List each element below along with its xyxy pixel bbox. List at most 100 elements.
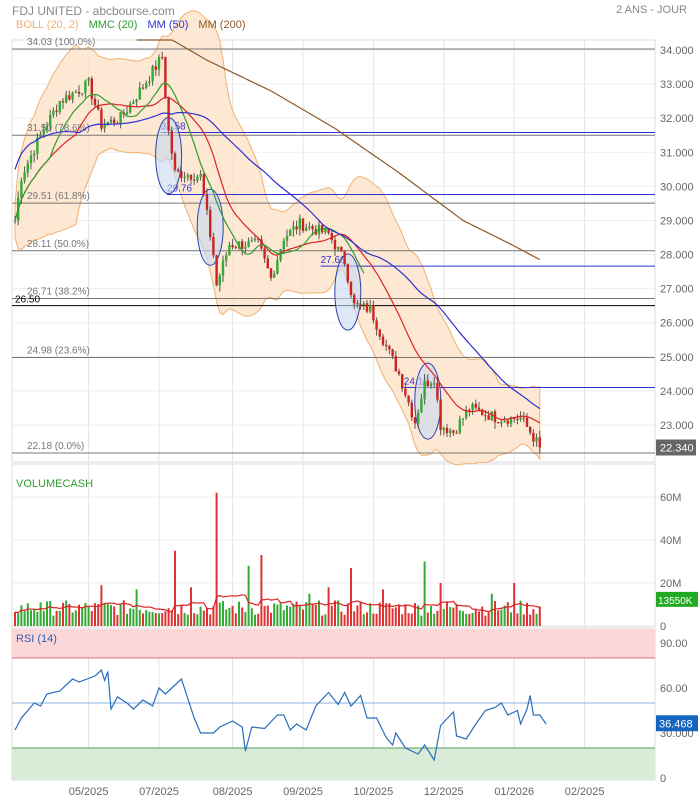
- x-tick-label: 10/2025: [354, 786, 394, 798]
- candle: [113, 119, 116, 124]
- candle: [273, 273, 276, 278]
- volume-bar: [209, 614, 212, 626]
- x-tick-label: 02/2025: [565, 786, 605, 798]
- volume-bar: [250, 608, 253, 626]
- volume-bar: [388, 603, 391, 626]
- volume-bar: [410, 613, 413, 626]
- candle: [119, 112, 122, 124]
- volume-bar: [241, 607, 244, 626]
- candle: [436, 383, 439, 400]
- volume-bar: [286, 605, 288, 626]
- x-tick-label: 01/2026: [494, 786, 534, 798]
- candle: [433, 383, 436, 385]
- volume-bar: [196, 614, 199, 626]
- chart-canvas[interactable]: 05/2025 07/2025 08/2025 09/2025 10/2025 12/20…: [0, 0, 699, 800]
- candle: [84, 80, 87, 94]
- candle: [61, 101, 65, 103]
- volume-bar: [119, 603, 122, 626]
- candle: [385, 344, 388, 347]
- candle: [23, 172, 26, 181]
- volume-bar: [113, 606, 116, 626]
- candle: [125, 112, 129, 115]
- volume-bar: [33, 609, 36, 626]
- candle: [81, 93, 84, 95]
- candle: [151, 66, 154, 82]
- volume-bar: [334, 600, 336, 626]
- volume-bar: [289, 606, 292, 626]
- volume-bar: [65, 600, 68, 626]
- candle: [209, 209, 212, 238]
- fibonacci-label: 34.03 (100.0%): [27, 37, 95, 48]
- volume-bar: [391, 608, 394, 626]
- volume-bar: [327, 587, 330, 626]
- y-tick-label: 33.000: [660, 79, 694, 91]
- volume-bar: [266, 605, 269, 626]
- candle: [369, 305, 372, 312]
- candle: [381, 336, 385, 345]
- candle: [394, 356, 397, 372]
- candle: [186, 175, 189, 178]
- volume-bar: [366, 612, 368, 626]
- volume-bar: [462, 611, 464, 626]
- volume-bar: [81, 607, 84, 626]
- volume-bar: [455, 603, 458, 626]
- candle: [161, 57, 164, 59]
- volume-bar: [526, 602, 528, 626]
- candle: [506, 420, 509, 424]
- volume-bar: [497, 610, 500, 626]
- volume-bar: [353, 611, 356, 626]
- candle: [458, 419, 461, 433]
- y-tick-label: 26.000: [660, 318, 694, 330]
- candle: [145, 82, 148, 88]
- candle: [410, 402, 413, 418]
- volume-bar: [314, 604, 317, 626]
- volume-bar: [186, 614, 189, 626]
- candle: [449, 430, 452, 434]
- volume-bar: [458, 610, 461, 626]
- support-label: 26.50: [15, 295, 40, 306]
- volume-bar: [522, 614, 525, 626]
- volume-bar: [199, 606, 202, 626]
- candle: [455, 432, 458, 434]
- candle: [173, 153, 177, 170]
- volume-bar: [174, 550, 176, 626]
- candle: [65, 95, 68, 103]
- volume-bar: [225, 609, 228, 626]
- volume-bar: [500, 609, 503, 626]
- y-tick-label: 25.000: [660, 352, 694, 364]
- volume-bar: [142, 613, 144, 626]
- volume-bar: [311, 604, 314, 626]
- volume-bar: [260, 555, 263, 626]
- candle: [289, 229, 292, 237]
- candle: [362, 303, 365, 306]
- y-tick-label: 24.000: [660, 386, 694, 398]
- x-tick-label: 05/2025: [69, 786, 109, 798]
- volume-bar: [138, 609, 141, 626]
- legend-item: MM (50): [147, 19, 189, 31]
- candle: [439, 399, 442, 430]
- volume-bar: [20, 605, 23, 626]
- candle: [129, 103, 132, 113]
- candle: [132, 102, 135, 104]
- y-tick-label: 0: [660, 621, 666, 633]
- candle: [535, 437, 538, 442]
- candle: [103, 124, 106, 129]
- volume-bar: [369, 603, 372, 626]
- volume-bar: [308, 593, 311, 626]
- volume-bar: [126, 613, 128, 626]
- volume-bar: [228, 607, 231, 626]
- volume-bar: [404, 604, 407, 626]
- candle: [391, 349, 394, 357]
- candle: [417, 412, 420, 424]
- volume-bar: [446, 601, 448, 626]
- y-tick-label: 60M: [660, 492, 681, 504]
- volume-bar: [170, 610, 173, 626]
- volume-bar: [49, 600, 52, 626]
- y-tick-label: 60.00: [660, 683, 688, 695]
- volume-bar: [510, 612, 512, 626]
- candle: [461, 418, 465, 420]
- candle: [285, 236, 289, 241]
- volume-bar: [132, 608, 135, 626]
- volume-bar: [52, 615, 55, 626]
- candle: [519, 417, 522, 420]
